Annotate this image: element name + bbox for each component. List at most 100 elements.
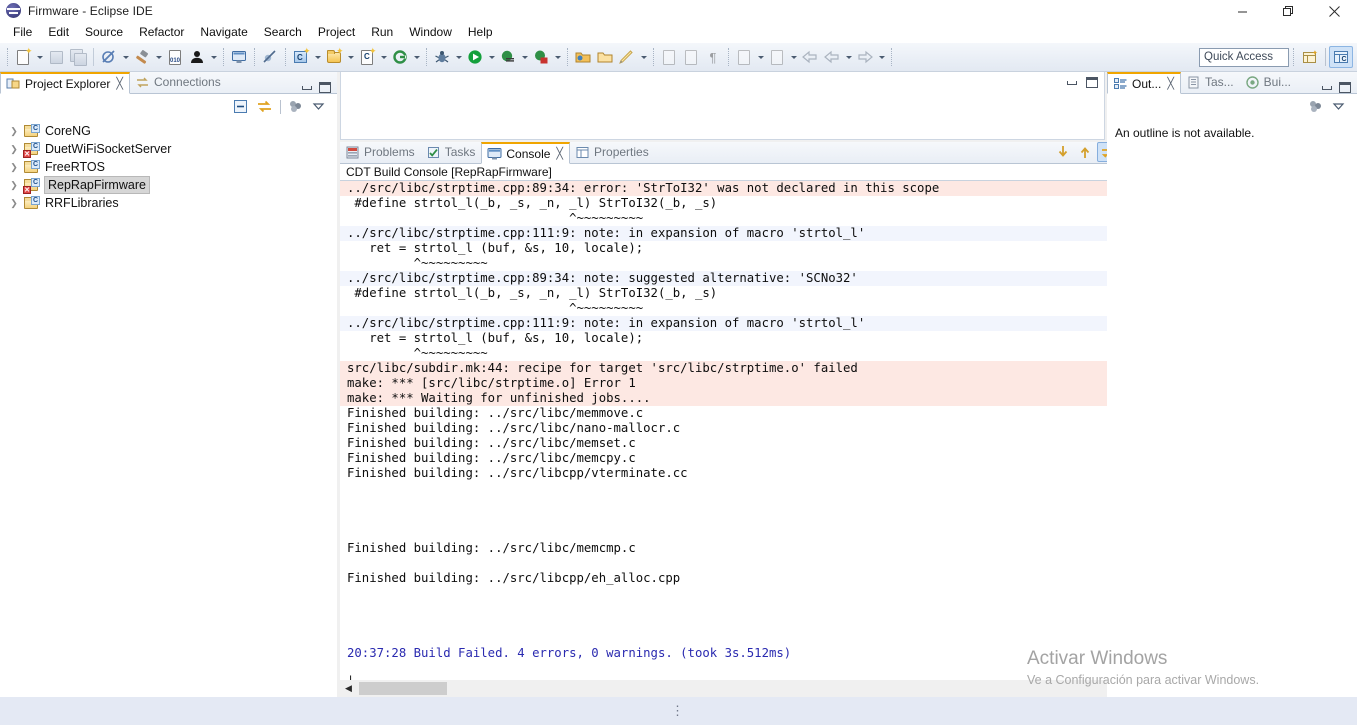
chevron-right-icon[interactable]: ❯ (8, 159, 20, 175)
back-icon[interactable] (799, 46, 821, 68)
minimize-icon[interactable] (301, 81, 313, 93)
forward-alt-dropdown-icon[interactable] (876, 46, 887, 68)
link-with-editor-icon[interactable] (256, 98, 274, 116)
scroll-lock-down-icon[interactable] (1053, 142, 1073, 162)
menu-navigate[interactable]: Navigate (192, 23, 255, 42)
debug-dropdown-icon[interactable] (453, 46, 464, 68)
profile-icon[interactable] (497, 46, 519, 68)
new-c-project-icon[interactable]: C ✦ (290, 46, 312, 68)
tree-item-reprapfirmware[interactable]: ❯ C ✕ RepRapFirmware (0, 176, 337, 194)
build-dropdown-icon[interactable] (153, 46, 164, 68)
new-wizard-icon[interactable]: ✦ (12, 46, 34, 68)
window-restore-button[interactable] (1265, 0, 1311, 22)
new-wizard-dropdown-icon[interactable] (34, 46, 45, 68)
tab-tasks[interactable]: Tasks (421, 141, 482, 163)
editor-area[interactable] (340, 72, 1105, 140)
tree-item-coreng[interactable]: ❯ C CoreNG (0, 122, 337, 140)
run-dropdown-icon[interactable] (486, 46, 497, 68)
pencil-dropdown-icon[interactable] (638, 46, 649, 68)
menu-refactor[interactable]: Refactor (131, 23, 192, 42)
next-edit-dropdown-icon[interactable] (755, 46, 766, 68)
external-tools-icon[interactable] (530, 46, 552, 68)
no-build-icon[interactable] (98, 46, 120, 68)
view-menu-extra-icon[interactable] (287, 98, 305, 116)
tab-task-list[interactable]: Tas... (1181, 71, 1240, 93)
close-icon[interactable]: ╳ (116, 77, 123, 90)
tab-build-targets[interactable]: Bui... (1240, 71, 1297, 93)
tab-console[interactable]: Console ╳ (481, 142, 571, 164)
open-folder-icon[interactable] (594, 46, 616, 68)
tab-project-explorer[interactable]: Project Explorer ╳ (0, 72, 130, 94)
open-perspective-icon[interactable]: ✦ (1298, 46, 1322, 68)
external-tools-dropdown-icon[interactable] (552, 46, 563, 68)
scroll-lock-up-icon[interactable] (1075, 142, 1095, 162)
minimize-icon[interactable] (1066, 76, 1078, 88)
chevron-right-icon[interactable]: ❯ (8, 123, 20, 139)
last-edit-dropdown-icon[interactable] (788, 46, 799, 68)
debug-bug-icon[interactable] (431, 46, 453, 68)
resize-grip-icon[interactable]: ⋮ (671, 703, 686, 719)
binary-010-icon[interactable]: 010 (164, 46, 186, 68)
tab-problems[interactable]: Problems (340, 141, 421, 163)
maximize-icon[interactable] (1339, 81, 1351, 93)
build-hammer-icon[interactable] (131, 46, 153, 68)
scroll-left-icon[interactable]: ◀ (340, 680, 357, 697)
open-element-icon[interactable] (389, 46, 411, 68)
maximize-icon[interactable] (319, 81, 331, 93)
previous-annotation-icon[interactable] (680, 46, 702, 68)
view-menu-extra-icon[interactable] (1307, 98, 1325, 116)
tree-item-freertos[interactable]: ❯ C FreeRTOS (0, 158, 337, 176)
menu-file[interactable]: File (5, 23, 40, 42)
chevron-right-icon[interactable]: ❯ (8, 195, 20, 211)
new-c-file-icon[interactable]: C ✦ (356, 46, 378, 68)
chevron-right-icon[interactable]: ❯ (8, 141, 20, 157)
user-profile-icon[interactable] (186, 46, 208, 68)
last-edit-icon[interactable] (766, 46, 788, 68)
chevron-right-icon[interactable]: ❯ (8, 177, 20, 193)
close-icon[interactable]: ╳ (556, 147, 563, 160)
maximize-icon[interactable] (1086, 76, 1098, 88)
view-menu-icon[interactable] (311, 98, 329, 116)
pilcrow-icon[interactable]: ¶ (702, 46, 724, 68)
open-resource-icon[interactable] (572, 46, 594, 68)
tab-connections[interactable]: Connections (130, 71, 227, 93)
forward-dropdown-icon[interactable] (843, 46, 854, 68)
menu-window[interactable]: Window (401, 23, 460, 42)
skip-breakpoints-icon[interactable] (259, 46, 281, 68)
forward-icon[interactable] (821, 46, 843, 68)
user-dropdown-icon[interactable] (208, 46, 219, 68)
tree-item-rrflibraries[interactable]: ❯ C RRFLibraries (0, 194, 337, 212)
close-icon[interactable]: ╳ (1167, 77, 1174, 90)
pencil-icon[interactable] (616, 46, 638, 68)
new-cpp-class-icon[interactable]: ✦ (323, 46, 345, 68)
profile-dropdown-icon[interactable] (519, 46, 530, 68)
forward-alt-icon[interactable] (854, 46, 876, 68)
tab-properties[interactable]: Properties (570, 141, 655, 163)
menu-run[interactable]: Run (363, 23, 401, 42)
minimize-icon[interactable] (1321, 81, 1333, 93)
new-c-project-dropdown-icon[interactable] (312, 46, 323, 68)
next-edit-icon[interactable] (733, 46, 755, 68)
no-build-dropdown-icon[interactable] (120, 46, 131, 68)
menu-help[interactable]: Help (460, 23, 501, 42)
save-icon[interactable] (45, 46, 67, 68)
run-icon[interactable] (464, 46, 486, 68)
save-all-icon[interactable] (67, 46, 89, 68)
open-console-icon[interactable] (228, 46, 250, 68)
horizontal-scroll-thumb[interactable] (359, 682, 447, 695)
quick-access-input[interactable]: Quick Access (1199, 47, 1289, 67)
tree-item-duetwifisocketserver[interactable]: ❯ C ✕ DuetWiFiSocketServer (0, 140, 337, 158)
window-minimize-button[interactable] (1219, 0, 1265, 22)
menu-project[interactable]: Project (310, 23, 363, 42)
menu-source[interactable]: Source (77, 23, 131, 42)
open-element-dropdown-icon[interactable] (411, 46, 422, 68)
new-cpp-class-dropdown-icon[interactable] (345, 46, 356, 68)
menu-edit[interactable]: Edit (40, 23, 77, 42)
collapse-all-icon[interactable] (232, 98, 250, 116)
window-close-button[interactable] (1311, 0, 1357, 22)
menu-search[interactable]: Search (256, 23, 310, 42)
cpp-perspective-icon[interactable]: C (1329, 46, 1353, 68)
view-menu-icon[interactable] (1331, 98, 1349, 116)
tab-outline[interactable]: Out... ╳ (1107, 72, 1181, 94)
next-annotation-icon[interactable] (658, 46, 680, 68)
